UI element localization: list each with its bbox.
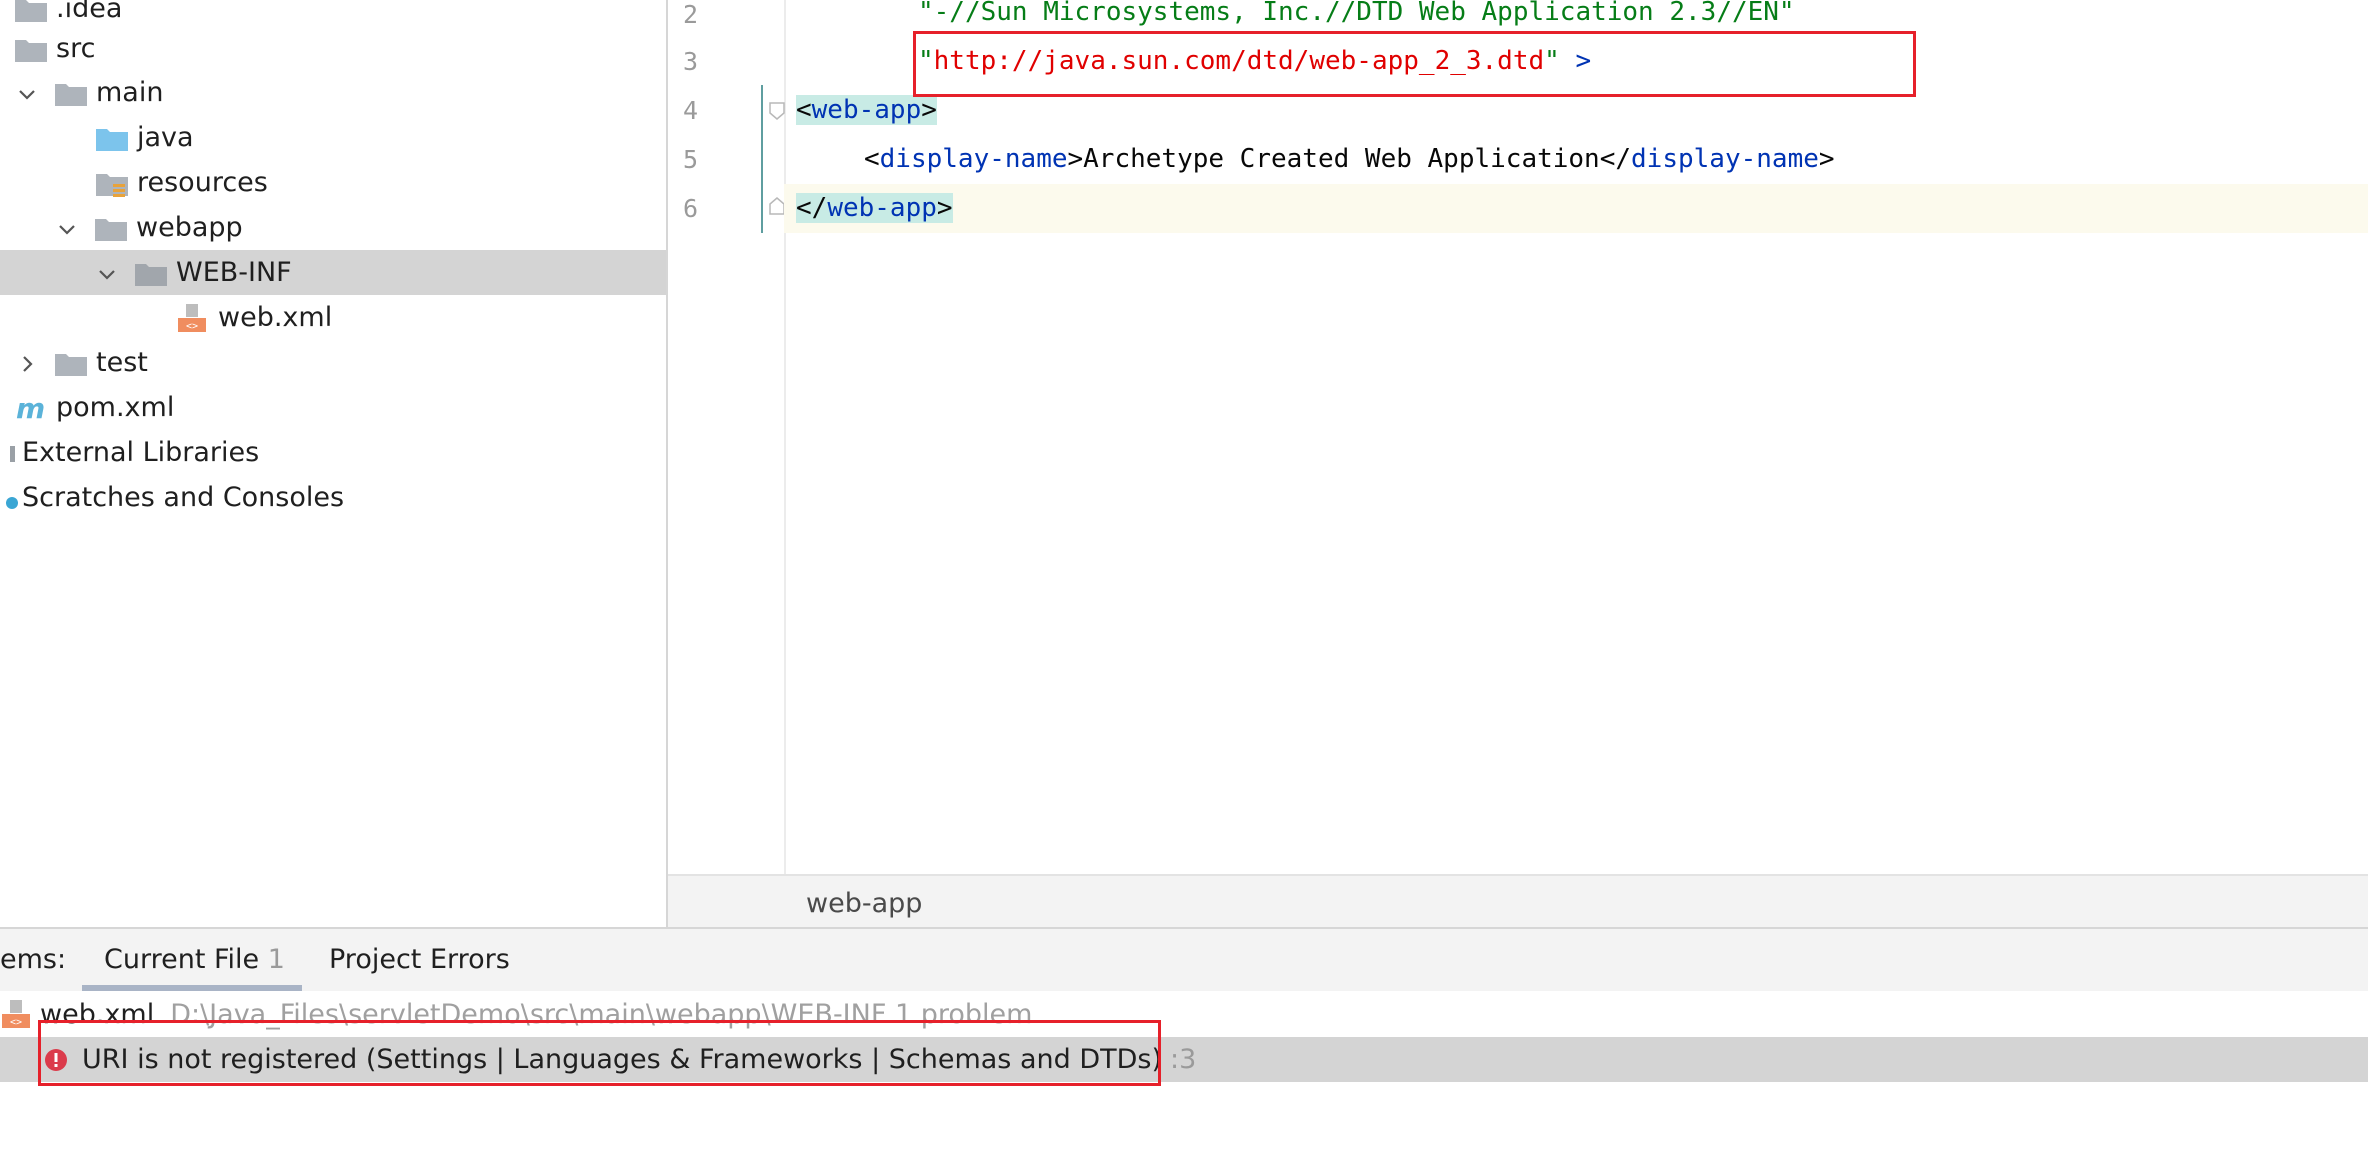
- bracket: >: [936, 193, 953, 223]
- problems-title: ems:: [0, 944, 67, 975]
- tag-web-app: web-app: [811, 95, 922, 125]
- line-number: 3: [682, 47, 698, 76]
- tree-item-web-inf[interactable]: WEB-INF: [0, 250, 666, 295]
- source-folder-icon: [95, 123, 129, 153]
- tree-item-label: webapp: [136, 212, 243, 243]
- tree-item-label: test: [96, 347, 148, 378]
- tab-project-errors[interactable]: Project Errors: [329, 944, 510, 975]
- svg-text:<>: <>: [10, 1017, 22, 1028]
- line-number: 2: [682, 0, 698, 29]
- tree-item-src[interactable]: src: [0, 26, 666, 71]
- problems-tab-bar: ems: Current File 1 Project Errors: [0, 929, 2368, 991]
- tree-item-label: Scratches and Consoles: [22, 482, 345, 513]
- tree-item-label: main: [96, 77, 164, 108]
- tab-label: Current File: [104, 944, 260, 975]
- chevron-down-icon[interactable]: [52, 214, 82, 242]
- bracket: >: [921, 95, 937, 125]
- tag-display-name: display-name: [879, 144, 1068, 174]
- tree-item-test[interactable]: test: [0, 340, 666, 385]
- code-line-6[interactable]: </web-app>: [784, 184, 2368, 233]
- tree-item-java[interactable]: java: [0, 115, 666, 160]
- tree-item-label: pom.xml: [56, 392, 175, 423]
- folder-icon: [134, 258, 168, 288]
- annotation-box-error: [38, 1020, 1161, 1086]
- folder-icon: [54, 348, 88, 378]
- display-name-text: >Archetype Created Web Application</: [1067, 144, 1632, 174]
- xml-file-icon: <>: [0, 999, 34, 1029]
- maven-icon: m: [14, 392, 48, 425]
- code-editor[interactable]: 2 3 4 5 6 "-//Sun Microsystems, Inc.//DT…: [668, 0, 2368, 874]
- tree-item-label: src: [56, 33, 96, 64]
- xml-file-icon: <>: [176, 303, 210, 333]
- tree-item-label: java: [137, 122, 194, 153]
- svg-text:<>: <>: [186, 321, 198, 332]
- chevron-down-icon[interactable]: [12, 79, 42, 107]
- bracket-guide: [761, 85, 763, 233]
- line-number: 6: [682, 194, 698, 223]
- folder-icon: [54, 78, 88, 108]
- tree-item-label: WEB-INF: [176, 257, 292, 288]
- breadcrumb-web-app[interactable]: web-app: [806, 888, 922, 919]
- tab-count: 1: [267, 944, 285, 975]
- tree-item-scratches[interactable]: Scratches and Consoles: [0, 475, 666, 520]
- tree-item-label: web.xml: [218, 302, 333, 333]
- bracket: >: [1818, 144, 1835, 174]
- code-line-5[interactable]: <display-name>Archetype Created Web Appl…: [784, 135, 2368, 184]
- folder-icon: [14, 34, 48, 64]
- bracket: <: [796, 95, 812, 125]
- editor-breadcrumb-bar: web-app: [668, 874, 2368, 929]
- resources-folder-icon: [95, 168, 129, 198]
- folder-icon: [94, 213, 128, 243]
- chevron-down-icon[interactable]: [92, 259, 122, 287]
- line-number-gutter: 2 3 4 5 6: [668, 0, 786, 874]
- bracket: <: [864, 144, 880, 174]
- tree-item-label: .idea: [56, 0, 123, 24]
- tree-item-web-xml[interactable]: <> web.xml: [0, 295, 666, 340]
- tree-item-label: resources: [137, 167, 268, 198]
- bracket: </: [796, 193, 828, 223]
- library-icon: [0, 438, 15, 468]
- tag-display-name: display-name: [1631, 144, 1819, 174]
- tag-web-app: web-app: [827, 193, 937, 223]
- tree-item-main[interactable]: main: [0, 70, 666, 115]
- tab-current-file[interactable]: Current File 1: [104, 944, 285, 975]
- tree-item-pom-xml[interactable]: m pom.xml: [0, 385, 666, 430]
- tree-item-webapp[interactable]: webapp: [0, 205, 666, 250]
- problem-line: :3: [1170, 1044, 1197, 1075]
- problems-panel: ems: Current File 1 Project Errors <> we…: [0, 927, 2368, 1159]
- tree-item-resources[interactable]: resources: [0, 160, 666, 205]
- folder-icon: [14, 0, 48, 24]
- project-tree-panel: .idea src main java resources webapp WEB…: [0, 0, 668, 927]
- chevron-right-icon[interactable]: [12, 349, 42, 377]
- tree-item-label: External Libraries: [22, 437, 260, 468]
- annotation-box-url: [913, 31, 1916, 97]
- svg-text:m: m: [16, 393, 45, 423]
- scratches-icon: [0, 483, 18, 513]
- tree-item-external-libraries[interactable]: External Libraries: [0, 430, 666, 475]
- line-number: 5: [682, 145, 698, 174]
- doctype-public-id: "-//Sun Microsystems, Inc.//DTD Web Appl…: [918, 0, 1795, 27]
- line-number: 4: [682, 96, 698, 125]
